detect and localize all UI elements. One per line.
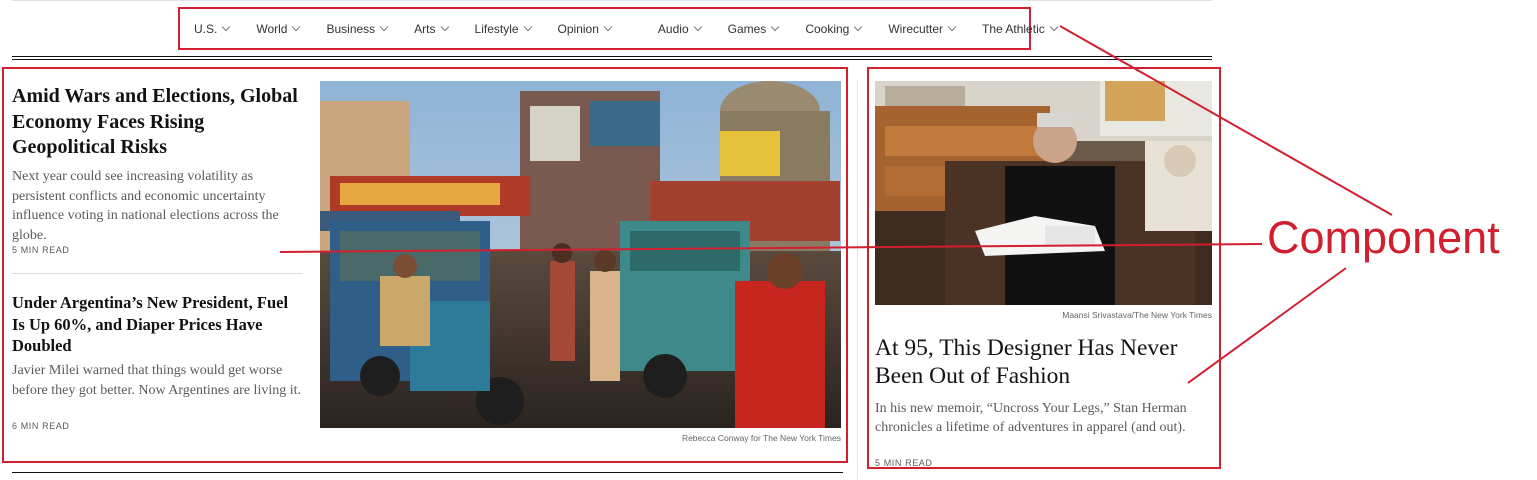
chevron-down-icon: [771, 22, 780, 32]
chevron-down-icon: [603, 22, 613, 32]
nav-item-cooking[interactable]: Cooking: [805, 21, 863, 36]
story-headline[interactable]: Amid Wars and Elections, Global Economy …: [12, 84, 302, 161]
nav-item-label: World: [256, 21, 288, 36]
chevron-down-icon: [440, 22, 449, 32]
nav-item-label: The Athletic: [982, 21, 1045, 36]
nav-item-arts[interactable]: Arts: [414, 21, 449, 36]
nav-item-wirecutter[interactable]: Wirecutter: [888, 21, 957, 36]
nav-item-label: U.S.: [194, 21, 218, 36]
story-summary: Next year could see increasing volatilit…: [12, 169, 279, 243]
feature-summary: In his new memoir, “Uncross Your Legs,” …: [875, 401, 1187, 435]
chevron-down-icon: [523, 22, 532, 32]
story-headline[interactable]: Under Argentina’s New President, Fuel Is…: [12, 292, 304, 357]
lead-photo[interactable]: [320, 81, 841, 428]
section-rule: [12, 59, 1212, 60]
section-bottom-rule: [12, 472, 843, 473]
section-nav: U.S. World Business Arts Lifestyle Opini…: [178, 7, 1058, 50]
nav-item-games[interactable]: Games: [727, 21, 780, 36]
nav-item-lifestyle[interactable]: Lifestyle: [474, 21, 532, 36]
chevron-down-icon: [292, 22, 301, 32]
nav-item-label: Games: [727, 21, 767, 36]
chevron-down-icon: [947, 22, 957, 32]
section-rule: [12, 56, 1212, 57]
story-divider: [12, 273, 303, 274]
annotation-label: Component: [1267, 212, 1500, 263]
chevron-down-icon: [693, 22, 702, 32]
feature-photo[interactable]: [875, 81, 1212, 305]
read-time: 5 MIN READ: [12, 245, 70, 255]
nav-item-us[interactable]: U.S.: [194, 21, 231, 36]
nav-item-the-athletic[interactable]: The Athletic: [982, 21, 1058, 36]
photo-credit: Rebecca Conway for The New York Times: [681, 433, 841, 443]
nav-item-opinion[interactable]: Opinion: [557, 21, 613, 36]
story-summary: Javier Milei warned that things would ge…: [12, 363, 302, 398]
chevron-down-icon: [1049, 22, 1058, 32]
chevron-down-icon: [222, 22, 231, 32]
chevron-down-icon: [379, 22, 389, 32]
nav-item-label: Lifestyle: [474, 21, 519, 36]
nav-item-label: Wirecutter: [888, 21, 944, 36]
nav-item-label: Audio: [657, 21, 689, 36]
nav-item-label: Cooking: [805, 21, 850, 36]
nav-item-label: Business: [326, 21, 376, 36]
photo-credit: Maansi Srivastava/The New York Times: [1062, 310, 1212, 320]
nav-item-audio[interactable]: Audio: [657, 21, 702, 36]
top-border: [12, 0, 1212, 1]
feature-headline[interactable]: At 95, This Designer Has Never Been Out …: [875, 334, 1210, 390]
nav-item-label: Opinion: [557, 21, 599, 36]
nav-item-label: Arts: [414, 21, 436, 36]
chevron-down-icon: [854, 22, 863, 32]
read-time: 5 MIN READ: [875, 458, 933, 468]
nav-item-business[interactable]: Business: [326, 21, 389, 36]
column-divider: [857, 80, 858, 480]
read-time: 6 MIN READ: [12, 421, 70, 431]
nav-item-world[interactable]: World: [256, 21, 301, 36]
